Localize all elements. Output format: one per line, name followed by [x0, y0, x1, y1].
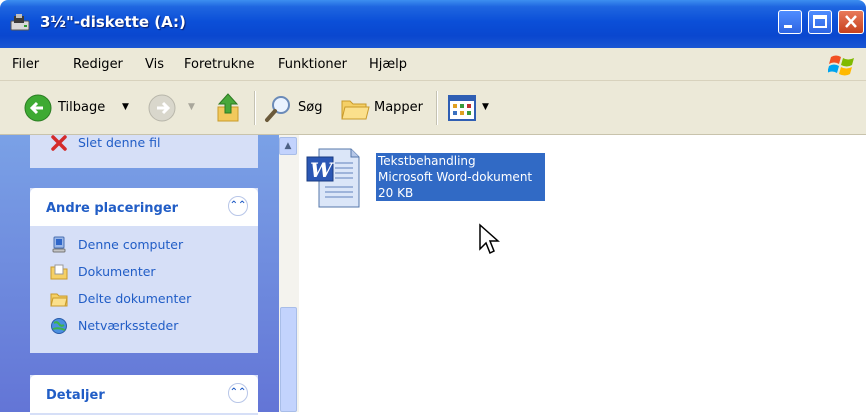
maximize-button[interactable] — [808, 10, 832, 34]
place-label: Dokumenter — [78, 264, 156, 279]
folders-icon — [341, 100, 370, 120]
file-label-selected: Tekstbehandling Microsoft Word-dokument … — [376, 153, 545, 201]
menu-help[interactable]: Hjælp — [369, 57, 407, 72]
file-item[interactable]: W Tekstbehandling Microsoft Word-dokumen… — [301, 143, 547, 211]
menu-tools[interactable]: Funktioner — [278, 57, 347, 72]
back-dropdown-icon[interactable]: ▼ — [122, 102, 129, 112]
folders-label: Mapper — [374, 100, 424, 115]
svg-text:W: W — [310, 158, 335, 182]
shared-folder-icon — [50, 293, 68, 307]
menu-bar: Filer Rediger Vis Foretrukne Funktioner … — [0, 48, 866, 81]
back-button[interactable]: Tilbage ▼ — [22, 93, 134, 123]
search-button[interactable]: Søg — [262, 91, 334, 125]
delete-file-label: Slet denne fil — [78, 135, 161, 150]
scroll-thumb[interactable] — [280, 307, 297, 412]
views-dropdown-icon[interactable]: ▼ — [482, 102, 489, 112]
place-label: Netværkssteder — [78, 318, 179, 333]
close-button[interactable] — [838, 10, 864, 34]
back-label: Tilbage — [58, 100, 106, 115]
windows-logo-icon — [828, 55, 854, 76]
details-panel: Detaljer ⌃⌃ — [30, 375, 258, 415]
forward-dropdown-icon[interactable]: ▼ — [188, 102, 195, 112]
word-document-icon: W — [306, 148, 360, 208]
menu-view[interactable]: Vis — [145, 57, 164, 72]
file-size: 20 KB — [378, 186, 414, 200]
minimize-button[interactable] — [778, 10, 802, 34]
place-label: Denne computer — [78, 237, 184, 252]
file-list-area[interactable]: W Tekstbehandling Microsoft Word-dokumen… — [299, 135, 866, 412]
close-icon — [845, 15, 857, 28]
forward-button[interactable]: ▼ — [148, 93, 198, 123]
folders-button[interactable]: Mapper — [338, 91, 432, 125]
up-folder-button[interactable] — [214, 91, 244, 123]
file-name: Tekstbehandling — [378, 154, 476, 168]
documents-folder-icon — [50, 264, 68, 280]
toolbar: Tilbage ▼ ▼ Søg Mapper ▼ — [0, 81, 866, 135]
mouse-cursor-icon — [479, 223, 500, 255]
back-arrow-icon — [24, 94, 52, 122]
task-pane-scrollbar[interactable]: ▲ — [279, 135, 299, 412]
other-places-panel: Andre placeringer ⌃⌃ Denne computer Doku… — [30, 188, 258, 353]
task-pane: Slet denne fil Andre placeringer ⌃⌃ Denn… — [0, 135, 279, 415]
title-bar: 3½"-diskette (A:) — [0, 0, 866, 48]
file-tasks-panel: Slet denne fil — [30, 135, 258, 168]
menu-edit[interactable]: Rediger — [73, 57, 123, 72]
minimize-icon — [784, 25, 792, 28]
network-places-icon — [51, 318, 67, 334]
views-button[interactable]: ▼ — [446, 93, 496, 123]
file-type: Microsoft Word-dokument — [378, 170, 533, 184]
floppy-drive-icon — [10, 14, 30, 31]
views-icon — [448, 95, 476, 121]
menu-file[interactable]: Filer — [12, 57, 39, 72]
place-label: Delte dokumenter — [78, 291, 192, 306]
delete-icon — [51, 135, 67, 151]
my-computer-icon — [52, 236, 66, 253]
window-title: 3½"-diskette (A:) — [40, 13, 186, 31]
forward-arrow-icon — [148, 94, 176, 122]
menu-favorites[interactable]: Foretrukne — [184, 57, 254, 72]
details-header[interactable]: Detaljer ⌃⌃ — [30, 375, 258, 413]
scroll-up-button[interactable]: ▲ — [279, 137, 297, 155]
maximize-icon — [813, 15, 827, 28]
search-icon — [265, 96, 290, 122]
other-places-header[interactable]: Andre placeringer ⌃⌃ — [30, 188, 258, 226]
other-places-title: Andre placeringer — [46, 201, 179, 216]
collapse-chevron-icon[interactable]: ⌃⌃ — [228, 196, 248, 216]
details-title: Detaljer — [46, 388, 105, 403]
search-label: Søg — [298, 100, 323, 115]
collapse-chevron-icon[interactable]: ⌃⌃ — [228, 383, 248, 403]
